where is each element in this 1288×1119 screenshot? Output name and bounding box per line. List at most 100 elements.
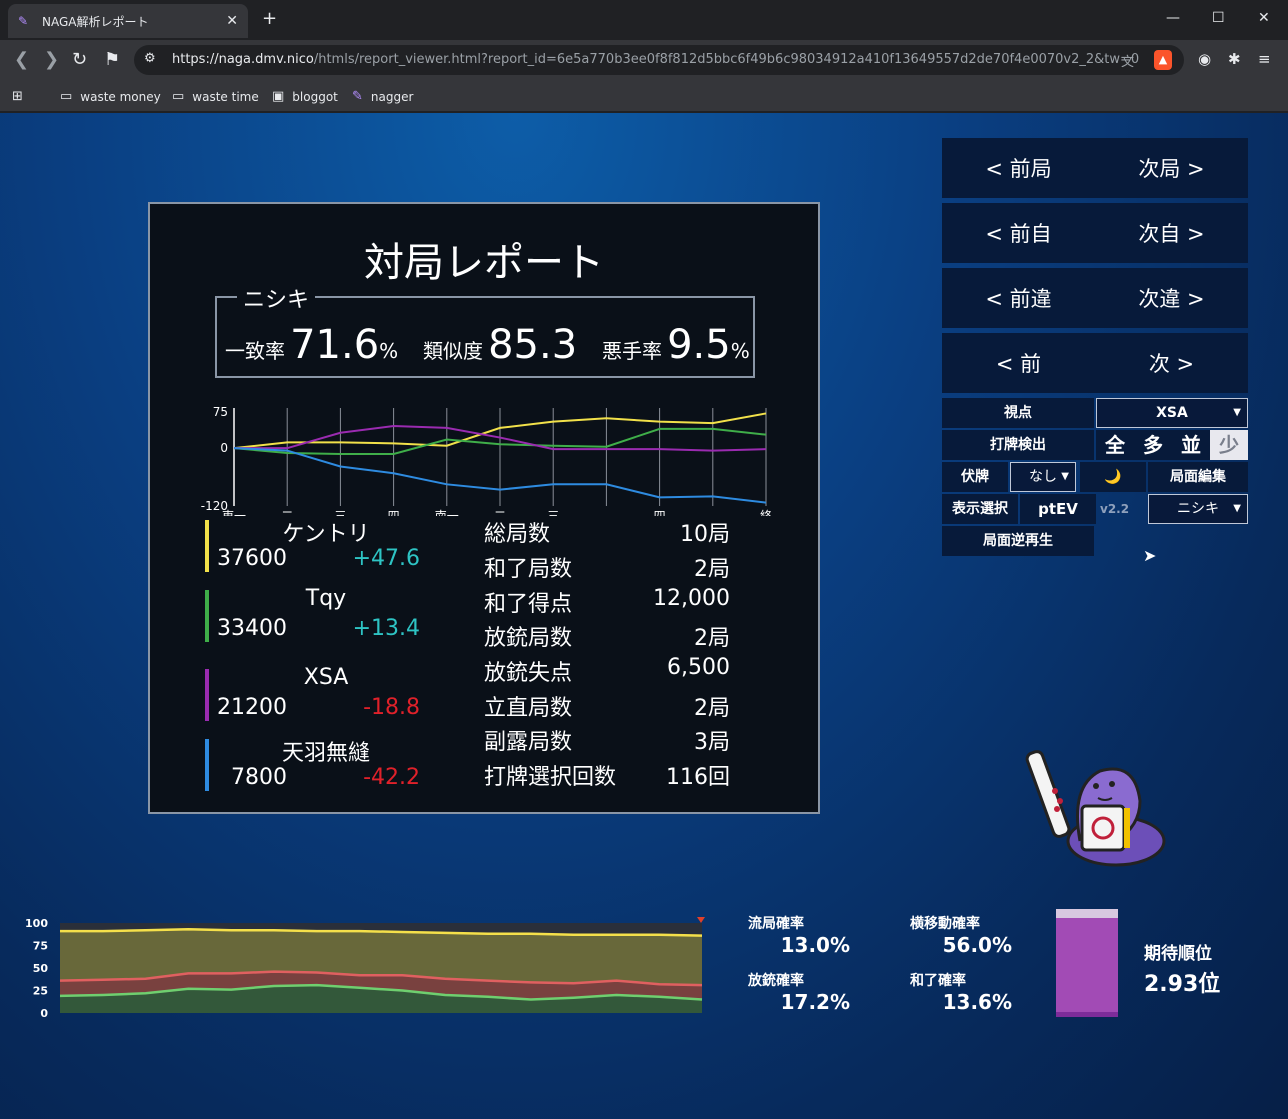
self-nav: < 前自 次自 > <box>942 203 1248 263</box>
extensions-icon[interactable]: ✱ <box>1228 50 1241 68</box>
prev-self-button[interactable]: < 前自 <box>942 218 1095 248</box>
x-tick-label: 四 <box>388 509 400 516</box>
diff-nav: < 前違 次違 > <box>942 268 1248 328</box>
player-name: 天羽無縫 <box>281 741 370 766</box>
apps-icon[interactable]: ⊞ <box>12 89 31 104</box>
x-tick-label: 東一 <box>222 509 246 516</box>
player-row: 天羽無縫 7800 -42.2 <box>205 739 420 795</box>
player-color-bar <box>205 739 209 791</box>
expected-rank-label: 期待順位 <box>1144 944 1212 964</box>
address-bar[interactable]: ⚙ https://naga.dmv.nico/htmls/report_vie… <box>134 45 1184 75</box>
detect-option-few[interactable]: 少 <box>1210 430 1248 460</box>
brave-shield-icon[interactable]: ▲ <box>1154 50 1172 70</box>
display-select-label: 表示選択 <box>942 494 1018 524</box>
next-diff-button[interactable]: 次違 > <box>1095 283 1248 313</box>
url-text: https://naga.dmv.nico/htmls/report_viewe… <box>172 52 1140 67</box>
detect-options: 全 多 並 少 <box>1096 430 1248 460</box>
display-mode-button[interactable]: ptEV <box>1020 494 1096 524</box>
minimize-icon[interactable]: — <box>1166 10 1180 26</box>
player-color-bar <box>205 669 209 721</box>
back-icon[interactable]: ❮ <box>14 49 29 70</box>
bookmark-icon[interactable]: ⚑ <box>104 49 120 70</box>
player-row: XSA 21200 -18.8 <box>205 665 420 725</box>
player-diff: +13.4 <box>352 616 420 641</box>
chevron-down-icon: ▼ <box>1233 503 1241 514</box>
x-tick-label: 三 <box>547 509 559 516</box>
naga-snake-mascot-icon <box>1025 750 1166 867</box>
folder-icon: ▭ <box>172 89 185 104</box>
new-tab-icon[interactable]: + <box>262 8 277 29</box>
probability-area-chart: 100 75 50 25 0 <box>25 917 705 1020</box>
player-row: ケントリ 37600 +47.6 <box>205 520 420 576</box>
player-points: 37600 <box>217 546 287 571</box>
player-points: 33400 <box>217 616 287 641</box>
player-row: Tqy 33400 +13.4 <box>205 586 420 646</box>
version-label: v2.2 <box>1100 502 1130 516</box>
stat-row: 副露局数 3局 <box>484 730 730 755</box>
y-tick-label: 0 <box>220 441 228 455</box>
reverse-play-button[interactable]: 局面逆再生 <box>942 526 1094 556</box>
close-window-icon[interactable]: ✕ <box>1258 10 1270 26</box>
hide-tiles-label: 伏牌 <box>942 462 1008 492</box>
maximize-icon[interactable]: ☐ <box>1212 10 1225 26</box>
forward-icon[interactable]: ❯ <box>44 49 59 70</box>
model-summary-box: ニシキ 一致率 71.6% 類似度 85.3 悪手率 9.5% <box>215 282 755 378</box>
expected-rank-value: 2.93位 <box>1144 972 1221 997</box>
next-round-button[interactable]: 次局 > <box>1095 153 1248 183</box>
menu-icon[interactable]: ≡ <box>1258 50 1271 68</box>
viewpoint-select[interactable]: XSA ▼ <box>1096 398 1248 428</box>
stat-row: 放銃失点 6,500 <box>484 655 730 686</box>
report-page: 対局レポート ニシキ 一致率 71.6% 類似度 85.3 悪手率 9.5% 7… <box>0 113 1288 1119</box>
prev-step-button[interactable]: < 前 <box>942 348 1095 378</box>
side-move-probability: 横移動確率 56.0% <box>910 916 1012 957</box>
close-tab-icon[interactable]: ✕ <box>226 13 238 29</box>
bookmark-nagger[interactable]: ✎ nagger <box>352 89 413 104</box>
browser-tab[interactable]: ✎ NAGA解析レポート ✕ <box>8 4 248 38</box>
mouse-cursor-icon: ➤ <box>1143 546 1157 565</box>
stat-row: 和了局数 2局 <box>484 557 730 582</box>
x-tick-label: 二 <box>494 509 506 516</box>
detect-option-many[interactable]: 多 <box>1134 430 1172 460</box>
detect-option-normal[interactable]: 並 <box>1172 430 1210 460</box>
bookmark-waste-money[interactable]: ▭ waste money <box>60 89 161 104</box>
page-icon: ▣ <box>272 89 285 104</box>
bookmark-waste-time[interactable]: ▭ waste time <box>172 89 259 104</box>
y-tick-label: 50 <box>33 962 49 975</box>
bookmark-bloggot[interactable]: ▣ bloggot <box>272 89 338 104</box>
detect-label: 打牌検出 <box>942 430 1094 460</box>
tab-title: NAGA解析レポート <box>42 14 149 29</box>
step-nav: < 前 次 > <box>942 333 1248 393</box>
score-line-chart: 750-120東一二三四南一二三四終 <box>201 405 772 516</box>
site-info-icon[interactable]: ⚙ <box>144 51 156 66</box>
next-step-button[interactable]: 次 > <box>1095 348 1248 378</box>
round-nav: < 前局 次局 > <box>942 138 1248 198</box>
player-diff: -42.2 <box>363 765 420 790</box>
y-tick-label: 0 <box>40 1007 48 1020</box>
game-report-card: 対局レポート ニシキ 一致率 71.6% 類似度 85.3 悪手率 9.5% 7… <box>148 202 820 814</box>
reload-icon[interactable]: ↻ <box>72 49 87 70</box>
hide-tiles-select[interactable]: なし ▼ <box>1010 462 1076 492</box>
translate-icon[interactable]: 文 <box>1121 51 1134 70</box>
model-select[interactable]: ニシキ ▼ <box>1148 494 1248 524</box>
x-tick-label: 三 <box>334 509 346 516</box>
x-tick-label: 二 <box>281 509 293 516</box>
prev-round-button[interactable]: < 前局 <box>942 153 1095 183</box>
player-name: Tqy <box>305 586 347 611</box>
player-diff: +47.6 <box>352 546 420 571</box>
next-self-button[interactable]: 次自 > <box>1095 218 1248 248</box>
incognito-icon[interactable]: ◉ <box>1198 50 1211 68</box>
y-tick-label: 25 <box>33 985 48 998</box>
browser-toolbar: ❮ ❯ ↻ ⚑ ⚙ https://naga.dmv.nico/htmls/re… <box>0 40 1288 80</box>
player-name: XSA <box>303 665 349 690</box>
viewpoint-label: 視点 <box>942 398 1094 428</box>
player-color-bar <box>205 520 209 572</box>
detect-option-all[interactable]: 全 <box>1096 430 1134 460</box>
naga-favicon-icon: ✎ <box>18 14 29 28</box>
win-probability: 和了確率 13.6% <box>910 973 1012 1014</box>
board-edit-button[interactable]: 局面編集 <box>1148 462 1248 492</box>
dark-mode-moon-icon[interactable]: 🌙 <box>1080 462 1146 492</box>
stat-row: 立直局数 2局 <box>484 696 730 721</box>
stat-row: 総局数 10局 <box>484 522 730 547</box>
stat-row: 放銃局数 2局 <box>484 626 730 651</box>
prev-diff-button[interactable]: < 前違 <box>942 283 1095 313</box>
